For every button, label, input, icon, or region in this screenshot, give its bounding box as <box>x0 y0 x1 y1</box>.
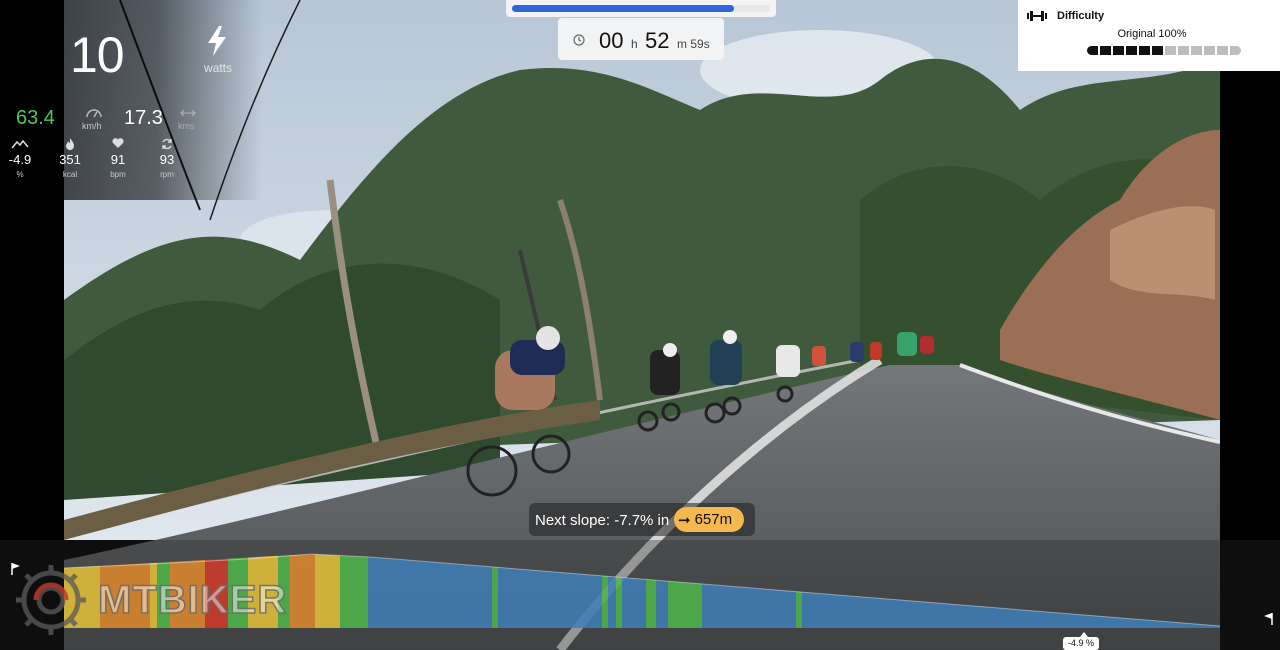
speed-value: 63.4 <box>16 107 55 129</box>
grade-metric: -4.9 % <box>0 136 40 179</box>
timer-hours-unit: h <box>631 37 638 51</box>
profile-segment-flat <box>796 591 802 628</box>
difficulty-segment <box>1217 46 1228 55</box>
timer-minutes-seconds: m 59s <box>677 37 710 51</box>
profile-segment-descent <box>608 576 616 628</box>
gear-logo-icon <box>16 565 86 635</box>
difficulty-segment <box>1191 46 1202 55</box>
next-slope-distance-pill: ➞ 657m <box>674 507 745 532</box>
timer-seconds: 59s <box>690 37 710 51</box>
difficulty-segment <box>1204 46 1215 55</box>
profile-segment-flat <box>340 555 368 628</box>
mountain-icon <box>11 139 29 148</box>
heart-icon <box>112 138 124 148</box>
clock-icon <box>573 34 585 46</box>
difficulty-panel[interactable]: Difficulty Original 100% <box>1018 0 1280 71</box>
calories-unit: kcal <box>62 170 78 179</box>
ride-progress-fill <box>512 5 734 12</box>
difficulty-segment <box>1230 46 1241 55</box>
next-slope-notice: Next slope: -7.7% in ➞ 657m <box>529 503 755 536</box>
profile-segment-flat <box>616 576 622 628</box>
timer-minutes-unit: m <box>677 37 687 51</box>
profile-segment-flat <box>602 575 608 628</box>
distance-value: 17.3 <box>124 107 163 129</box>
next-slope-distance: 657m <box>694 511 733 528</box>
profile-segment-flat <box>492 566 498 628</box>
difficulty-bar[interactable] <box>1087 46 1241 55</box>
difficulty-segment <box>1139 46 1150 55</box>
profile-segment-descent <box>656 580 668 628</box>
difficulty-segment <box>1113 46 1124 55</box>
flame-icon <box>66 137 74 150</box>
profile-segment-flat <box>646 579 656 628</box>
arrow-right-icon: ➞ <box>678 511 691 529</box>
stats-panel: 10 watts 63.4 km/h 17.3 kms -4.9 % 351 k… <box>0 0 262 200</box>
calories-value: 351 <box>59 152 81 167</box>
profile-segment-climb-mid <box>290 554 315 628</box>
difficulty-segment <box>1126 46 1137 55</box>
heart-rate-unit: bpm <box>110 170 126 179</box>
difficulty-level: Original 100% <box>1117 28 1187 40</box>
cadence-value: 93 <box>159 152 175 167</box>
power-unit: watts <box>204 61 233 75</box>
elapsed-timer: 00 h 52 m 59s <box>558 18 724 60</box>
ride-progress <box>506 0 776 17</box>
grade-value: -4.9 <box>8 152 32 167</box>
profile-segment-climb-low <box>315 554 340 628</box>
difficulty-title: Difficulty <box>1057 10 1105 22</box>
speed-unit: km/h <box>82 121 102 131</box>
profile-segment-descent <box>498 567 602 628</box>
profile-segment-flat <box>668 581 702 628</box>
next-slope-label: Next slope: -7.7% in <box>535 512 670 529</box>
distance-unit: kms <box>178 121 195 131</box>
difficulty-segment <box>1152 46 1163 55</box>
calories-metric: 351 kcal <box>50 136 90 179</box>
arrows-horizontal-icon <box>180 109 196 117</box>
difficulty-segment <box>1100 46 1111 55</box>
profile-segment-descent <box>368 556 492 628</box>
power-value: 10 <box>70 27 125 83</box>
difficulty-segment <box>1087 46 1098 55</box>
current-grade-badge: -4.9 % <box>1063 637 1100 650</box>
timer-hours: 00 <box>599 28 624 53</box>
cadence-metric: 93 rpm <box>147 136 187 179</box>
speedometer-icon <box>86 109 102 118</box>
grade-unit: % <box>16 170 24 179</box>
watermark: MTBIKER <box>12 561 287 639</box>
profile-segment-descent <box>622 577 646 628</box>
watermark-text: MTBIKER <box>97 577 288 623</box>
finish-flag-icon <box>1264 613 1273 625</box>
cadence-unit: rpm <box>160 170 174 179</box>
dumbbell-icon <box>1027 11 1047 21</box>
cycle-icon <box>162 138 172 149</box>
ride-progress-track <box>512 5 770 12</box>
difficulty-segment <box>1165 46 1176 55</box>
heart-rate-value: 91 <box>110 152 126 167</box>
heart-rate-metric: 91 bpm <box>98 136 138 179</box>
lightning-bolt-icon <box>208 26 226 56</box>
timer-minutes: 52 <box>645 28 670 53</box>
difficulty-segment <box>1178 46 1189 55</box>
